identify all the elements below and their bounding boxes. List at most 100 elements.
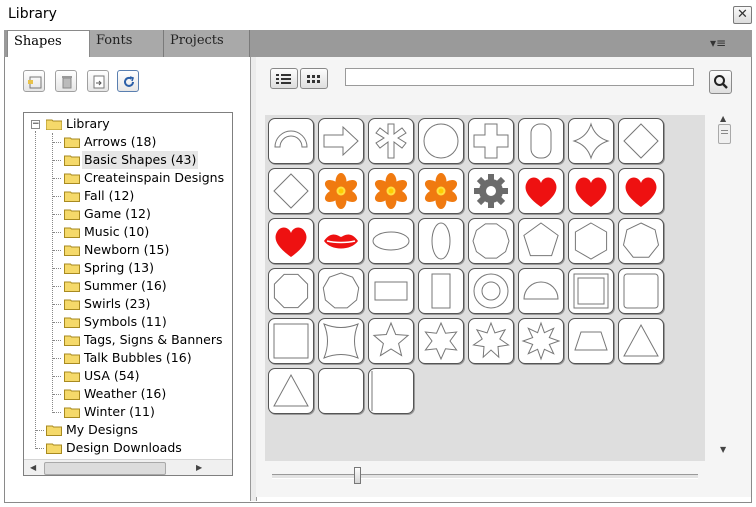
shape-tile[interactable] <box>568 318 614 364</box>
shape-tile[interactable] <box>268 118 314 164</box>
tree-item[interactable]: Createinspain Designs <box>64 169 232 187</box>
shape-tile[interactable] <box>518 268 564 314</box>
tab-fonts[interactable]: Fonts <box>90 30 164 57</box>
shape-tile[interactable] <box>568 168 614 214</box>
tree-horizontal-scrollbar[interactable]: ◀ ▶ <box>24 459 232 475</box>
close-button[interactable]: ✕ <box>733 6 752 24</box>
tree-item[interactable]: Music (10) <box>64 223 232 241</box>
shapes-scroll-thumb[interactable] <box>718 124 731 144</box>
tree-item[interactable]: Summer (16) <box>64 277 232 295</box>
list-view-button[interactable] <box>270 68 298 89</box>
shape-tile[interactable] <box>468 268 514 314</box>
shape-tile[interactable] <box>318 218 364 264</box>
tree-item[interactable]: Newborn (15) <box>64 241 232 259</box>
shape-tile[interactable] <box>418 118 464 164</box>
shape-tile[interactable] <box>268 368 314 414</box>
shape-tile[interactable] <box>318 268 364 314</box>
grid-view-button[interactable] <box>300 68 328 89</box>
tree-item[interactable]: Basic Shapes (43) <box>64 151 232 169</box>
zoom-slider-thumb[interactable] <box>354 467 362 484</box>
tree-item[interactable]: Arrows (18) <box>64 133 232 151</box>
folder-icon <box>64 335 80 346</box>
shape-tile[interactable] <box>468 168 514 214</box>
shapes-vertical-scrollbar[interactable]: ▲ ▼ <box>715 113 732 458</box>
shape-tile[interactable] <box>268 218 314 264</box>
shape-tile[interactable] <box>368 168 414 214</box>
octagon-icon <box>273 273 309 309</box>
shape-tile[interactable] <box>368 268 414 314</box>
import-button[interactable] <box>87 70 109 92</box>
delete-button[interactable] <box>55 70 77 92</box>
shape-tile[interactable] <box>318 318 364 364</box>
shape-tile[interactable] <box>418 318 464 364</box>
scroll-left-icon[interactable]: ◀ <box>30 463 36 472</box>
shape-tile[interactable] <box>568 218 614 264</box>
tree-item[interactable]: Fall (12) <box>64 187 232 205</box>
shape-tile[interactable] <box>468 218 514 264</box>
heart-red-icon <box>275 227 307 257</box>
shape-tile[interactable] <box>568 118 614 164</box>
refresh-button[interactable] <box>117 70 139 92</box>
shape-tile[interactable] <box>368 118 414 164</box>
shape-tile[interactable] <box>518 318 564 364</box>
tab-shapes[interactable]: Shapes <box>7 30 90 58</box>
new-folder-button[interactable] <box>23 70 45 92</box>
shape-tile[interactable] <box>418 168 464 214</box>
tree-item[interactable]: My Designs <box>46 421 226 439</box>
zoom-slider-track[interactable] <box>272 474 698 479</box>
library-tree[interactable]: − Library Arrows (18) Basic Shapes (43) Cr… <box>23 112 233 476</box>
tree-item[interactable]: Design Downloads <box>46 439 226 457</box>
shape-tile[interactable] <box>368 218 414 264</box>
shape-tile[interactable] <box>368 318 414 364</box>
shape-tile[interactable] <box>518 168 564 214</box>
shape-tile[interactable] <box>518 218 564 264</box>
folder-icon <box>64 353 80 364</box>
folder-icon <box>64 281 80 292</box>
rectangle-horizontal-icon <box>374 281 408 301</box>
rectangle-vertical-icon <box>431 273 451 309</box>
shape-tile[interactable] <box>618 168 664 214</box>
shape-tile[interactable] <box>268 318 314 364</box>
tab-projects[interactable]: Projects <box>164 30 250 57</box>
tree-item-label: USA (54) <box>84 368 140 383</box>
shape-tile[interactable] <box>318 118 364 164</box>
shape-tile[interactable] <box>618 218 664 264</box>
shape-tile[interactable] <box>568 268 614 314</box>
shape-tile[interactable] <box>618 268 664 314</box>
shape-tile[interactable] <box>618 118 664 164</box>
eight-point-star-icon <box>521 321 561 361</box>
collapse-icon[interactable]: − <box>31 120 40 129</box>
tab-menu-button[interactable]: ▾≡ <box>703 33 733 53</box>
tree-item[interactable]: Winter (11) <box>64 403 232 421</box>
scroll-down-icon[interactable]: ▼ <box>720 445 726 454</box>
shape-tile[interactable] <box>368 368 414 414</box>
shape-tile[interactable] <box>468 118 514 164</box>
tree-item[interactable]: Game (12) <box>64 205 232 223</box>
tree-item[interactable]: Swirls (23) <box>64 295 232 313</box>
folder-icon <box>64 245 80 256</box>
shape-tile[interactable] <box>518 118 564 164</box>
tree-item[interactable]: Tags, Signs & Banners <box>64 331 232 349</box>
pentagon-icon <box>523 222 559 257</box>
tree-item[interactable]: Spring (13) <box>64 259 232 277</box>
tree-item-library[interactable]: − Library <box>26 115 216 133</box>
shape-tile[interactable] <box>318 368 364 414</box>
shape-tile[interactable] <box>318 168 364 214</box>
heart-red-icon <box>625 177 657 207</box>
gear-icon <box>474 174 508 208</box>
scroll-up-icon[interactable]: ▲ <box>720 114 726 123</box>
scroll-right-icon[interactable]: ▶ <box>196 463 202 472</box>
search-button[interactable] <box>709 70 732 94</box>
shape-tile[interactable] <box>468 318 514 364</box>
tree-item[interactable]: Talk Bubbles (16) <box>64 349 232 367</box>
tree-hscroll-thumb[interactable] <box>44 462 166 475</box>
shape-tile[interactable] <box>618 318 664 364</box>
shape-tile[interactable] <box>268 168 314 214</box>
shape-tile[interactable] <box>268 268 314 314</box>
tree-item[interactable]: Symbols (11) <box>64 313 232 331</box>
tree-item[interactable]: Weather (16) <box>64 385 232 403</box>
shape-tile[interactable] <box>418 268 464 314</box>
shape-tile[interactable] <box>418 218 464 264</box>
search-input[interactable] <box>345 68 694 86</box>
tree-item[interactable]: USA (54) <box>64 367 232 385</box>
